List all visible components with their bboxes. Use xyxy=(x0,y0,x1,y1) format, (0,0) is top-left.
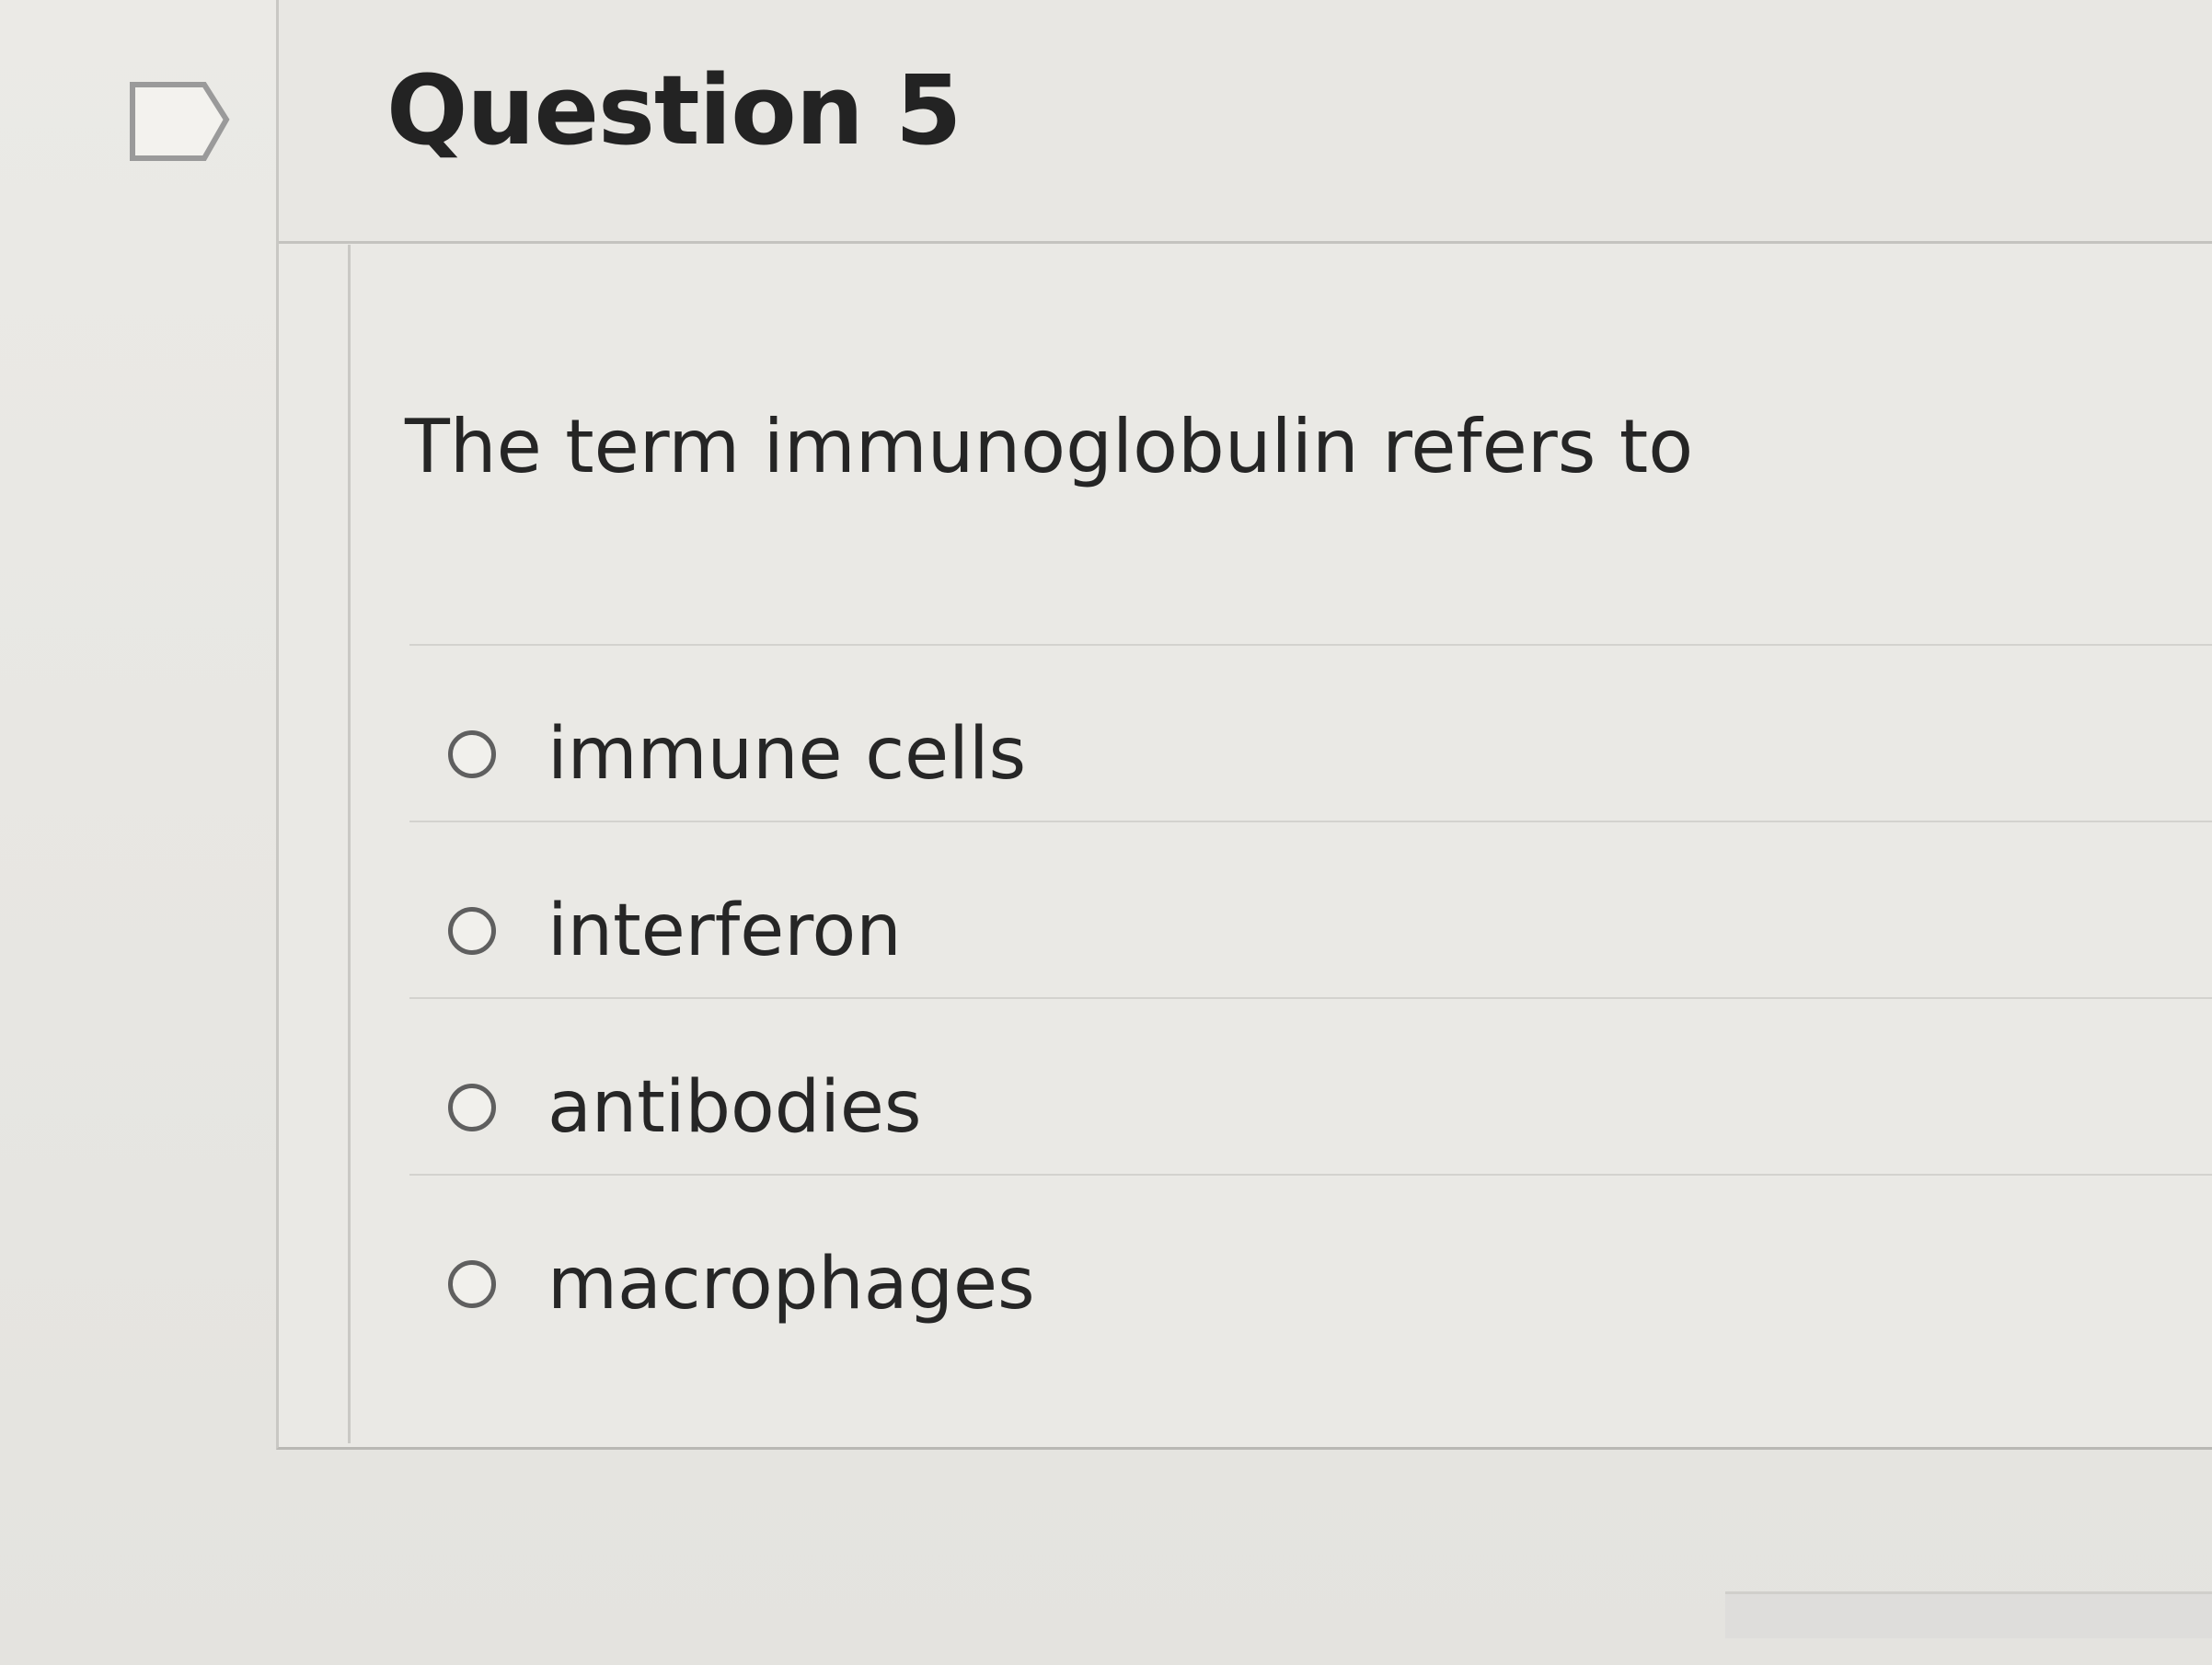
radio-empty-icon[interactable] xyxy=(448,907,496,955)
answer-option-macrophages[interactable]: macrophages xyxy=(409,1174,2212,1350)
flag-bookmark-icon[interactable] xyxy=(127,79,236,164)
radio-empty-icon[interactable] xyxy=(448,730,496,778)
answer-option-immune-cells[interactable]: immune cells xyxy=(409,644,2212,821)
radio-empty-icon[interactable] xyxy=(448,1084,496,1131)
question-prompt: The term immunoglobulin refers to xyxy=(405,404,1694,489)
answer-label[interactable]: macrophages xyxy=(547,1245,1035,1325)
footer-edge xyxy=(1725,1591,2212,1638)
answer-option-antibodies[interactable]: antibodies xyxy=(409,997,2212,1174)
answer-label[interactable]: antibodies xyxy=(547,1068,922,1148)
answer-option-interferon[interactable]: interferon xyxy=(409,821,2212,997)
answer-list: immune cells interferon antibodies macro… xyxy=(409,644,2212,1350)
question-title: Question 5 xyxy=(386,54,962,166)
page: Question 5 The term immunoglobulin refer… xyxy=(0,0,2212,1665)
answer-label[interactable]: immune cells xyxy=(547,715,1026,795)
answer-label[interactable]: interferon xyxy=(547,891,902,971)
radio-empty-icon[interactable] xyxy=(448,1260,496,1308)
